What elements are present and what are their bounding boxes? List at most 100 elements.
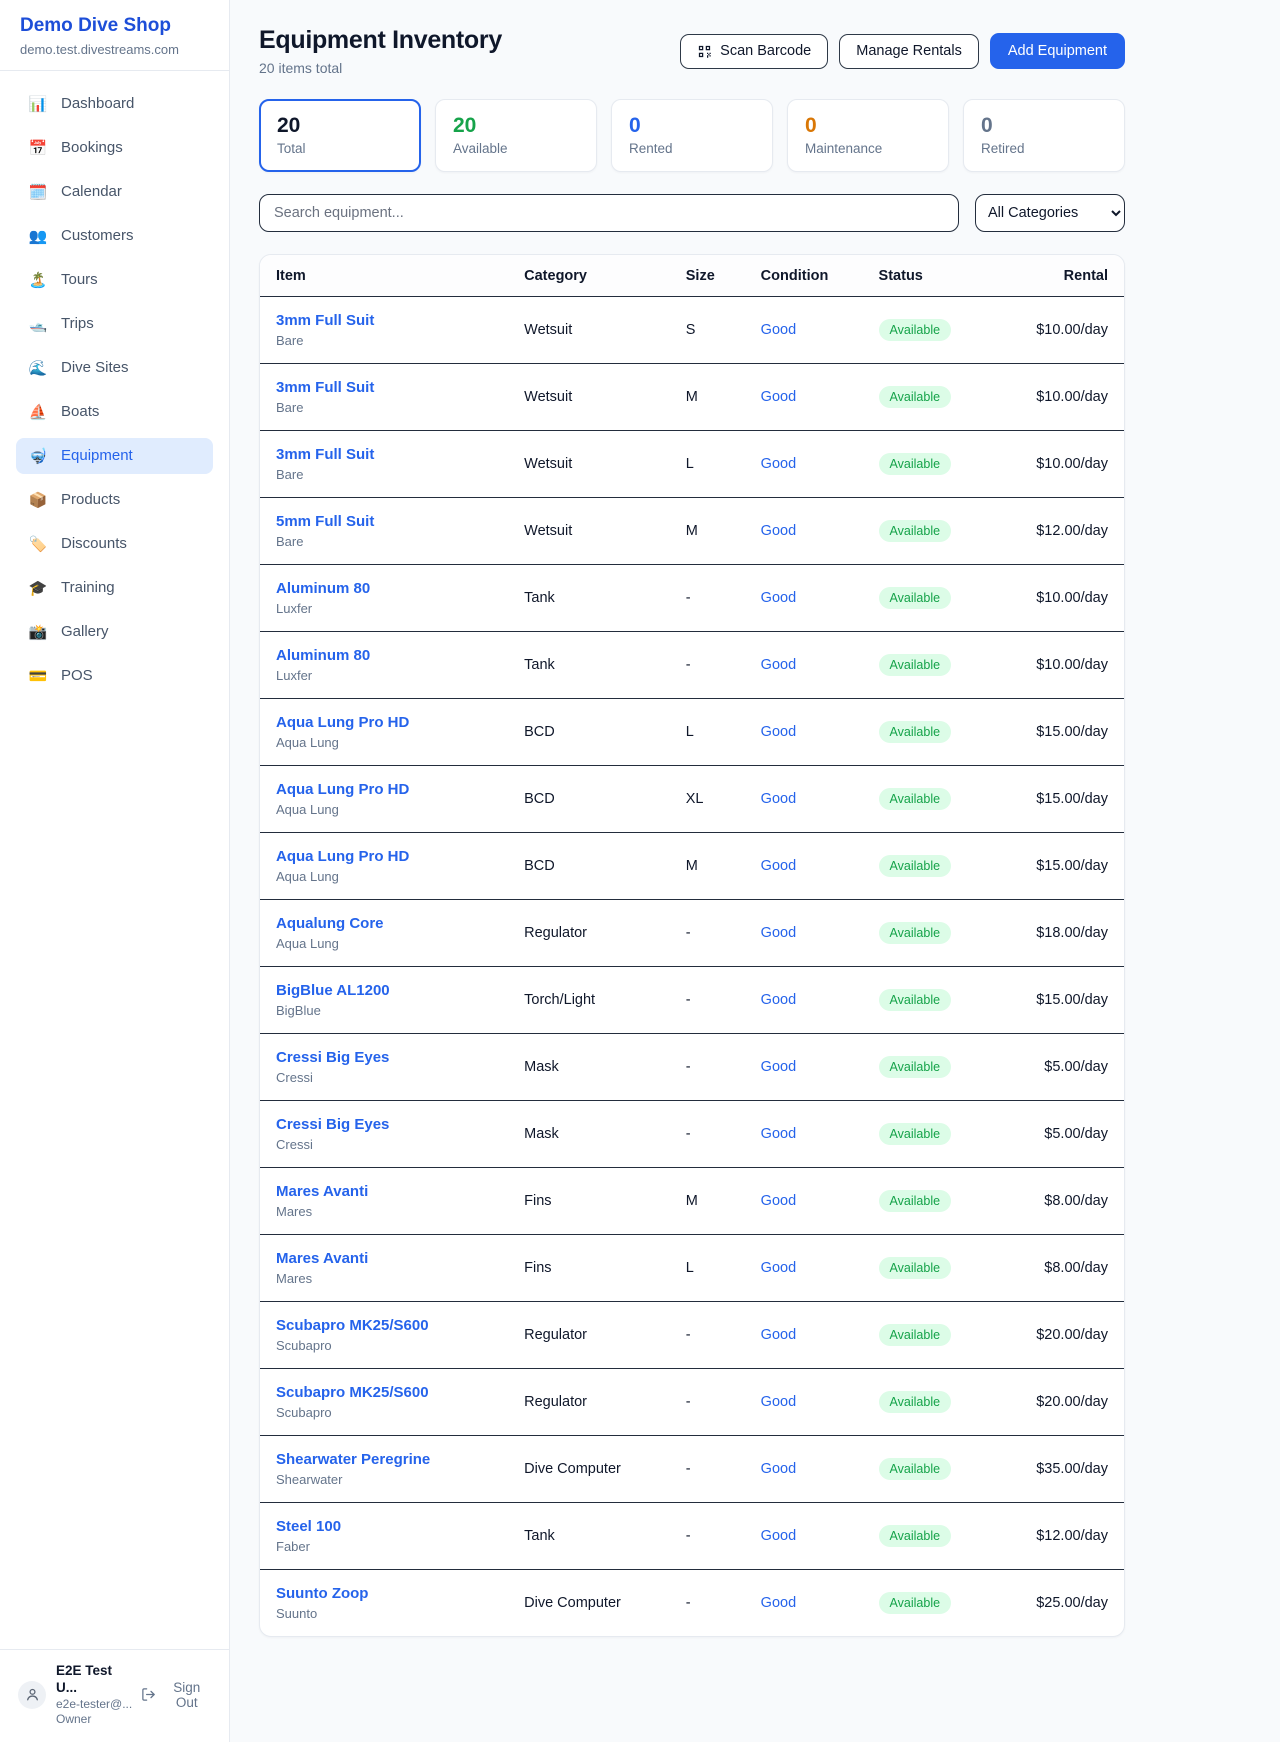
sidebar-item-discounts[interactable]: 🏷️ Discounts (16, 526, 213, 562)
add-equipment-button[interactable]: Add Equipment (990, 33, 1125, 69)
stat-label: Rented (629, 141, 755, 156)
item-size: - (670, 632, 745, 699)
table-row: Scubapro MK25/S600 Scubapro Regulator - … (260, 1302, 1124, 1369)
item-rental: $35.00/day (1020, 1436, 1124, 1503)
condition-link[interactable]: Good (761, 724, 796, 740)
sidebar-item-boats[interactable]: ⛵ Boats (16, 394, 213, 430)
item-name-link[interactable]: Steel 100 (276, 1518, 341, 1535)
item-brand: Suunto (276, 1606, 492, 1621)
sidebar-item-dive-sites[interactable]: 🌊 Dive Sites (16, 350, 213, 386)
sidebar-item-customers[interactable]: 👥 Customers (16, 218, 213, 254)
item-name-link[interactable]: Cressi Big Eyes (276, 1116, 389, 1133)
condition-link[interactable]: Good (761, 1394, 796, 1410)
item-name-link[interactable]: 3mm Full Suit (276, 312, 374, 329)
category-select[interactable]: All Categories (975, 194, 1125, 232)
user-email: e2e-tester@... (56, 1697, 137, 1713)
sidebar-item-dashboard[interactable]: 📊 Dashboard (16, 86, 213, 122)
item-name-link[interactable]: 3mm Full Suit (276, 446, 374, 463)
condition-link[interactable]: Good (761, 389, 796, 405)
item-name-link[interactable]: BigBlue AL1200 (276, 982, 390, 999)
item-size: M (670, 364, 745, 431)
item-brand: Aqua Lung (276, 936, 492, 951)
table-row: Aluminum 80 Luxfer Tank - Good Available… (260, 565, 1124, 632)
item-size: L (670, 431, 745, 498)
sidebar-item-bookings[interactable]: 📅 Bookings (16, 130, 213, 166)
item-name-link[interactable]: Aqua Lung Pro HD (276, 848, 409, 865)
table-row: Steel 100 Faber Tank - Good Available $1… (260, 1503, 1124, 1570)
sidebar-item-equipment[interactable]: 🤿 Equipment (16, 438, 213, 474)
item-rental: $5.00/day (1020, 1101, 1124, 1168)
sidebar-item-trips[interactable]: 🛥️ Trips (16, 306, 213, 342)
condition-link[interactable]: Good (761, 1193, 796, 1209)
condition-link[interactable]: Good (761, 1528, 796, 1544)
item-category: Tank (508, 1503, 670, 1570)
item-name-link[interactable]: Aqualung Core (276, 915, 384, 932)
condition-link[interactable]: Good (761, 1059, 796, 1075)
stat-card-total[interactable]: 20 Total (259, 99, 421, 172)
user-name: E2E Test U... (56, 1662, 137, 1697)
item-brand: Mares (276, 1271, 492, 1286)
sidebar-item-pos[interactable]: 💳 POS (16, 658, 213, 694)
item-name-link[interactable]: Aluminum 80 (276, 647, 370, 664)
condition-link[interactable]: Good (761, 1260, 796, 1276)
stat-card-rented[interactable]: 0 Rented (611, 99, 773, 172)
condition-link[interactable]: Good (761, 322, 796, 338)
condition-link[interactable]: Good (761, 1461, 796, 1477)
condition-link[interactable]: Good (761, 858, 796, 874)
condition-link[interactable]: Good (761, 992, 796, 1008)
condition-link[interactable]: Good (761, 1126, 796, 1142)
stat-card-retired[interactable]: 0 Retired (963, 99, 1125, 172)
sidebar-item-calendar[interactable]: 🗓️ Calendar (16, 174, 213, 210)
sidebar-item-tours[interactable]: 🏝️ Tours (16, 262, 213, 298)
condition-link[interactable]: Good (761, 456, 796, 472)
item-rental: $8.00/day (1020, 1235, 1124, 1302)
item-name-link[interactable]: Scubapro MK25/S600 (276, 1317, 429, 1334)
search-input[interactable] (259, 194, 959, 232)
item-brand: Aqua Lung (276, 802, 492, 817)
sidebar-item-products[interactable]: 📦 Products (16, 482, 213, 518)
main-content: Equipment Inventory 20 items total Scan … (230, 0, 1125, 1637)
item-name-link[interactable]: Mares Avanti (276, 1250, 368, 1267)
table-row: 3mm Full Suit Bare Wetsuit L Good Availa… (260, 431, 1124, 498)
item-name-link[interactable]: Aqua Lung Pro HD (276, 714, 409, 731)
condition-link[interactable]: Good (761, 925, 796, 941)
status-badge: Available (879, 1391, 952, 1413)
scan-barcode-button[interactable]: Scan Barcode (680, 34, 828, 69)
credit-card-icon: 💳 (28, 667, 48, 685)
condition-link[interactable]: Good (761, 590, 796, 606)
item-category: Regulator (508, 900, 670, 967)
item-brand: Shearwater (276, 1472, 492, 1487)
condition-link[interactable]: Good (761, 1595, 796, 1611)
sidebar-item-training[interactable]: 🎓 Training (16, 570, 213, 606)
manage-rentals-button[interactable]: Manage Rentals (839, 34, 979, 69)
item-brand: Aqua Lung (276, 869, 492, 884)
sidebar-item-gallery[interactable]: 📸 Gallery (16, 614, 213, 650)
condition-link[interactable]: Good (761, 657, 796, 673)
item-name-link[interactable]: 5mm Full Suit (276, 513, 374, 530)
stat-value: 0 (805, 113, 931, 138)
table-row: 5mm Full Suit Bare Wetsuit M Good Availa… (260, 498, 1124, 565)
item-name-link[interactable]: Suunto Zoop (276, 1585, 368, 1602)
column-header-category: Category (508, 255, 670, 297)
sailboat-icon: ⛵ (28, 403, 48, 421)
item-rental: $5.00/day (1020, 1034, 1124, 1101)
condition-link[interactable]: Good (761, 791, 796, 807)
item-name-link[interactable]: Scubapro MK25/S600 (276, 1384, 429, 1401)
condition-link[interactable]: Good (761, 1327, 796, 1343)
item-name-link[interactable]: Cressi Big Eyes (276, 1049, 389, 1066)
item-size: - (670, 1034, 745, 1101)
stats-row: 20 Total 20 Available 0 Rented 0 Mainten… (259, 99, 1125, 172)
stat-card-maintenance[interactable]: 0 Maintenance (787, 99, 949, 172)
item-name-link[interactable]: Aqua Lung Pro HD (276, 781, 409, 798)
item-name-link[interactable]: Shearwater Peregrine (276, 1451, 430, 1468)
table-row: Cressi Big Eyes Cressi Mask - Good Avail… (260, 1101, 1124, 1168)
status-badge: Available (879, 453, 952, 475)
sign-out-button[interactable]: Sign Out (137, 1680, 217, 1710)
wave-icon: 🌊 (28, 359, 48, 377)
stat-card-available[interactable]: 20 Available (435, 99, 597, 172)
item-name-link[interactable]: Mares Avanti (276, 1183, 368, 1200)
item-name-link[interactable]: Aluminum 80 (276, 580, 370, 597)
item-name-link[interactable]: 3mm Full Suit (276, 379, 374, 396)
condition-link[interactable]: Good (761, 523, 796, 539)
item-brand: Bare (276, 333, 492, 348)
